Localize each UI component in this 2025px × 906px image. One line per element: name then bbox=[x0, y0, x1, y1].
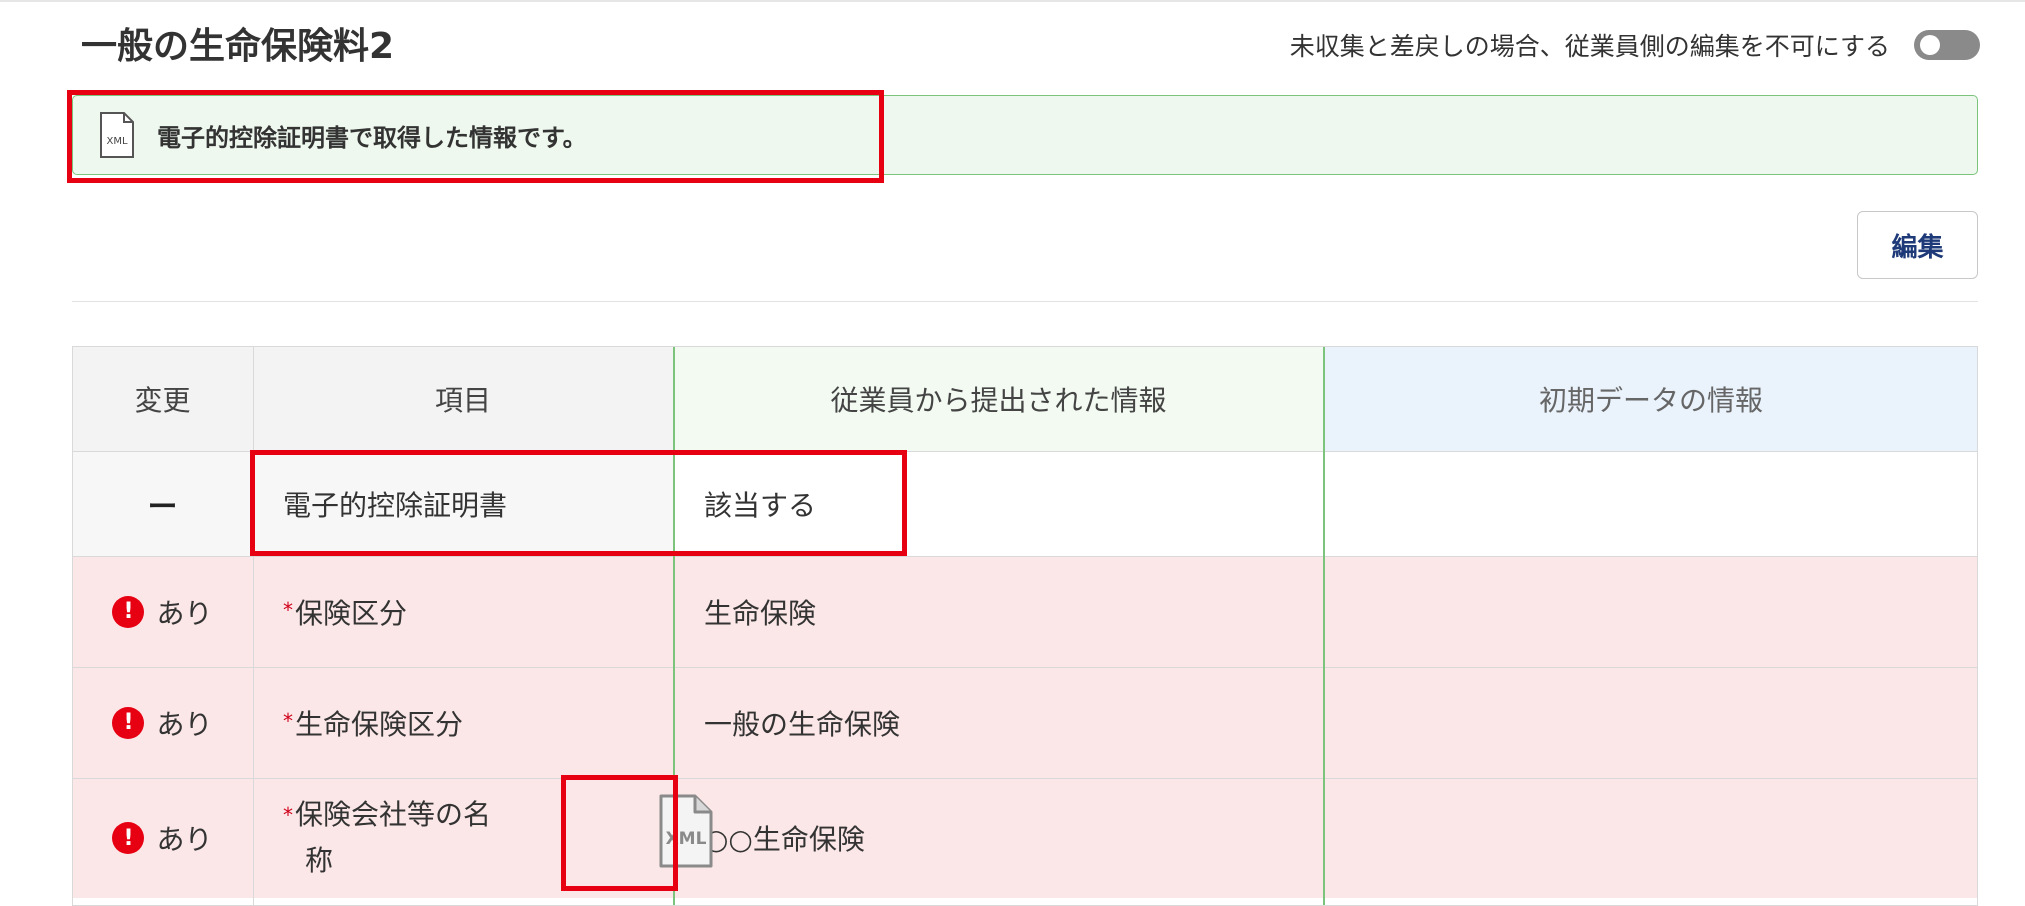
required-mark: * bbox=[283, 597, 293, 622]
section-divider bbox=[72, 301, 1978, 302]
row-divider bbox=[72, 556, 1978, 557]
row-divider bbox=[72, 667, 1978, 668]
table-row: ! あり *保険会社等の名 称 ○○生命保険 bbox=[72, 778, 1978, 898]
item-label: 生命保険区分 bbox=[295, 707, 464, 741]
row-divider bbox=[72, 778, 1978, 779]
change-label: あり bbox=[156, 596, 213, 630]
initial-value-cell bbox=[1324, 778, 1978, 898]
svg-text:XML: XML bbox=[106, 136, 127, 147]
change-label: あり bbox=[156, 707, 213, 741]
employee-value-cell: 一般の生命保険 bbox=[673, 667, 1324, 778]
change-cell: ! あり bbox=[72, 667, 253, 778]
initial-value-cell bbox=[1324, 556, 1978, 667]
top-divider bbox=[0, 0, 2025, 2]
item-cell: 電子的控除証明書 bbox=[253, 451, 673, 556]
col-divider-green bbox=[1323, 346, 1325, 906]
header-item: 項目 bbox=[253, 346, 673, 451]
alert-icon: ! bbox=[112, 595, 145, 628]
svg-text:XML: XML bbox=[666, 829, 707, 849]
edit-lock-toggle-label: 未収集と差戻しの場合、従業員側の編集を不可にする bbox=[1289, 32, 1890, 61]
change-cell: ー bbox=[72, 451, 253, 556]
edit-lock-toggle-group: 未収集と差戻しの場合、従業員側の編集を不可にする bbox=[1290, 22, 1980, 68]
edit-button[interactable]: 編集 bbox=[1857, 211, 1978, 279]
initial-value-cell bbox=[1324, 451, 1978, 556]
item-cell: * 保険区分 bbox=[253, 556, 673, 667]
xml-file-icon: XML bbox=[100, 112, 134, 158]
header-initial-data: 初期データの情報 bbox=[1324, 346, 1978, 451]
change-cell: ! あり bbox=[72, 778, 253, 898]
toggle-knob bbox=[1920, 35, 1940, 55]
initial-value-cell bbox=[1324, 667, 1978, 778]
col-divider bbox=[253, 346, 254, 906]
alert-icon: ! bbox=[112, 706, 145, 739]
item-label: 保険区分 bbox=[295, 596, 408, 630]
table-row: ! あり * 保険区分 生命保険 bbox=[72, 556, 1978, 667]
employee-value-cell: 生命保険 bbox=[673, 556, 1324, 667]
header-change: 変更 bbox=[72, 346, 253, 451]
electronic-certificate-banner: XML 電子的控除証明書で取得した情報です。 bbox=[72, 95, 1978, 175]
table-row: ー 電子的控除証明書 該当する bbox=[72, 451, 1978, 556]
required-mark: * bbox=[283, 708, 293, 733]
edit-lock-toggle[interactable] bbox=[1914, 30, 1980, 60]
employee-value-cell: 該当する bbox=[673, 451, 1324, 556]
banner-text: 電子的控除証明書で取得した情報です。 bbox=[157, 123, 587, 152]
alert-icon: ! bbox=[112, 822, 145, 854]
xml-file-icon[interactable]: XML bbox=[657, 793, 715, 869]
table-row: ! あり * 生命保険区分 一般の生命保険 bbox=[72, 667, 1978, 778]
employee-value-cell: ○○生命保険 bbox=[673, 778, 1324, 898]
change-cell: ! あり bbox=[72, 556, 253, 667]
header-employee-info: 従業員から提出された情報 bbox=[673, 346, 1324, 451]
change-label: あり bbox=[156, 823, 213, 856]
table-header-row: 変更 項目 従業員から提出された情報 初期データの情報 bbox=[72, 346, 1978, 451]
no-change-dash: ー bbox=[147, 489, 178, 525]
row-divider bbox=[72, 451, 1978, 452]
item-cell: *保険会社等の名 称 bbox=[253, 778, 673, 898]
required-mark: * bbox=[283, 803, 293, 827]
item-label: *保険会社等の名 称 bbox=[283, 798, 492, 877]
page-title: 一般の生命保険料2 bbox=[81, 26, 395, 67]
item-cell: * 生命保険区分 bbox=[253, 667, 673, 778]
